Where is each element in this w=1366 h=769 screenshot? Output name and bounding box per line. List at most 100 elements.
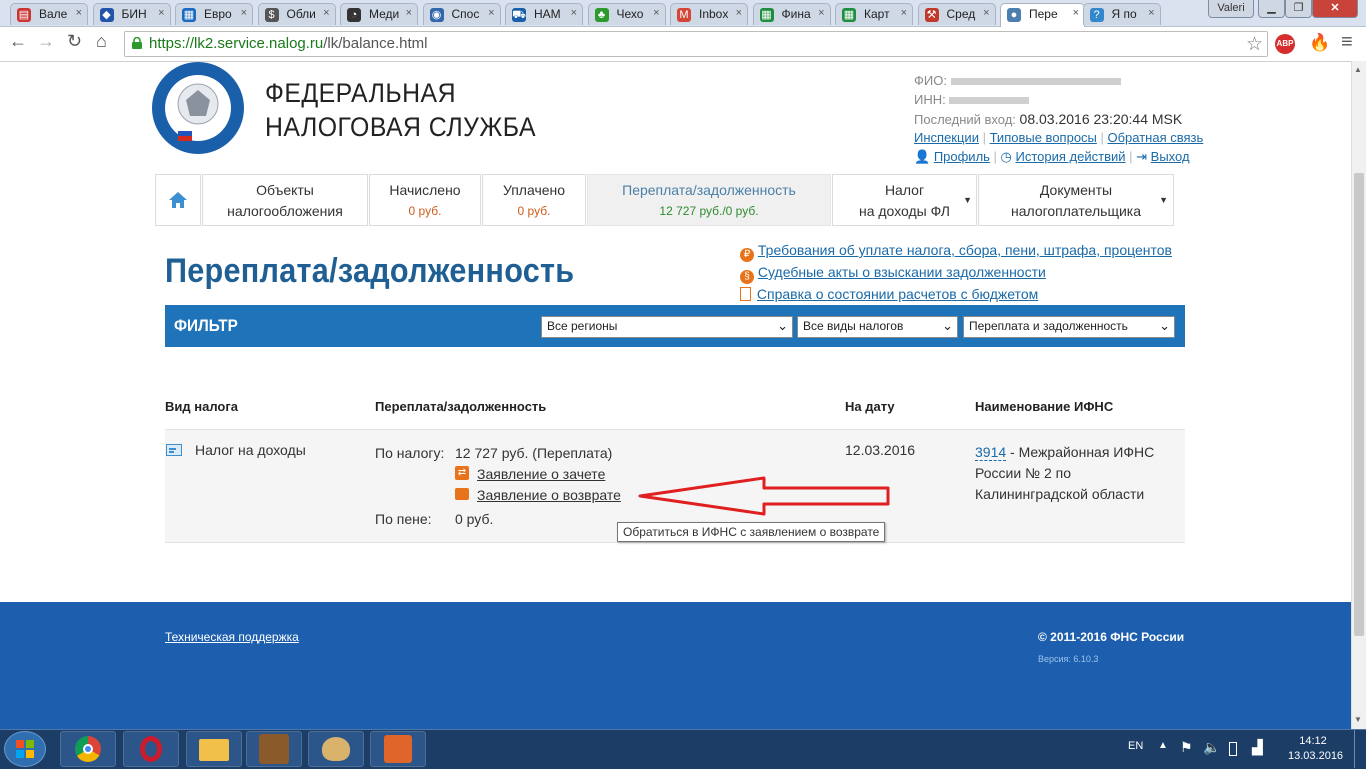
tab-close-icon[interactable]: ×	[76, 7, 82, 19]
taskbar-app-6[interactable]	[370, 731, 426, 767]
browser-tab[interactable]: ▦ Карт ×	[835, 3, 913, 25]
tab-close-icon[interactable]: ×	[818, 7, 824, 19]
ifns-name-part3: Калининградской области	[975, 486, 1145, 502]
browser-tab[interactable]: ◔ Меди ×	[340, 3, 418, 25]
language-indicator[interactable]: EN	[1128, 740, 1143, 752]
faq-link[interactable]: Типовые вопросы	[990, 130, 1097, 145]
url-text: https://lk2.service.nalog.ru/lk/balance.…	[149, 35, 427, 52]
offset-application-link[interactable]: Заявление о зачете	[477, 466, 605, 482]
nav-documents[interactable]: Документы налогоплательщика ▼	[978, 174, 1174, 226]
favicon-diamond-icon: ◆	[99, 8, 114, 22]
tax-type-select[interactable]: Все виды налогов ⌄	[797, 316, 958, 338]
tab-close-icon[interactable]: ×	[983, 7, 989, 19]
last-login-row: Последний вход: 08.03.2016 23:20:44 MSK	[914, 111, 1182, 127]
tab-close-icon[interactable]: ×	[901, 7, 907, 19]
maximize-button[interactable]: ❐	[1285, 0, 1312, 18]
tray-clock[interactable]: 14:12 13.03.2016	[1288, 734, 1344, 764]
address-bar[interactable]: https://lk2.service.nalog.ru/lk/balance.…	[124, 31, 1268, 57]
nav-ndfl-line2: на доходы ФЛ	[858, 203, 950, 219]
forward-arrow-icon[interactable]: →	[37, 31, 55, 52]
nav-overpayment[interactable]: Переплата/задолженность 12 727 руб./0 ру…	[587, 174, 831, 226]
browser-tab[interactable]: ⚒ Сред ×	[917, 3, 996, 25]
ifns-code-link[interactable]: 3914	[975, 444, 1007, 461]
taskbar-app-4[interactable]	[246, 731, 302, 767]
caret-down-icon: ▼	[1159, 195, 1168, 205]
page-title: Переплата/задолженность	[165, 252, 575, 290]
nav-ndfl[interactable]: Налог на доходы ФЛ ▼	[832, 174, 977, 226]
tab-close-icon[interactable]: ×	[406, 7, 412, 19]
taskbar-paint[interactable]	[308, 731, 364, 767]
close-window-button[interactable]: ✕	[1312, 0, 1358, 18]
tab-close-icon[interactable]: ×	[323, 7, 329, 19]
clock-date: 13.03.2016	[1288, 750, 1344, 762]
nav-tax-objects[interactable]: Объекты налогообложения	[202, 174, 368, 226]
adblock-icon[interactable]: ABP	[1275, 34, 1295, 54]
browser-tab[interactable]: ● Пере ×	[1000, 3, 1085, 27]
tab-close-icon[interactable]: ×	[571, 7, 577, 19]
browser-tab[interactable]: ? Я по ×	[1082, 3, 1161, 25]
refund-application-link[interactable]: Заявление о возврате	[477, 487, 621, 503]
home-icon[interactable]: ⌂	[96, 31, 107, 52]
profile-badge[interactable]: Valeri	[1208, 0, 1254, 18]
browser-tab[interactable]: ⛟ НАМ ×	[505, 3, 583, 25]
nav-ndfl-line1: Налог	[884, 182, 925, 198]
action-center-flag-icon[interactable]: ⚑	[1180, 739, 1193, 756]
browser-tab[interactable]: ◆ БИН ×	[92, 3, 171, 25]
taskbar-chrome[interactable]	[60, 731, 116, 767]
reload-icon[interactable]: ↻	[67, 31, 82, 52]
browser-tab[interactable]: ▦ Фина ×	[752, 3, 831, 25]
feedback-link[interactable]: Обратная связь	[1108, 130, 1204, 145]
bookmark-star-icon[interactable]: ☆	[1246, 33, 1263, 56]
balance-kind-select[interactable]: Переплата и задолженность ⌄	[963, 316, 1175, 338]
tray-expand-icon[interactable]: ▲	[1158, 740, 1168, 751]
profile-link[interactable]: Профиль	[934, 149, 990, 164]
scroll-up-icon[interactable]: ▲	[1354, 65, 1362, 74]
nav-accrued[interactable]: Начислено 0 руб.	[369, 174, 481, 226]
requirements-link[interactable]: Требования об уплате налога, сбора, пени…	[758, 242, 1172, 258]
browser-tab[interactable]: ▤ Вале ×	[10, 3, 88, 25]
tab-title: Inbox	[699, 7, 729, 21]
court-acts-link[interactable]: Судебные акты о взыскании задолженности	[758, 264, 1046, 280]
org-name-line2: НАЛОГОВАЯ СЛУЖБА	[265, 112, 537, 142]
browser-tab[interactable]: M Inbox ×	[670, 3, 748, 25]
document-icon	[740, 287, 751, 301]
tab-close-icon[interactable]: ×	[1148, 7, 1154, 19]
nav-overpayment-amount: 12 727 руб./0 руб.	[659, 204, 759, 218]
browser-tab[interactable]: ▦ Евро ×	[175, 3, 253, 25]
taskbar-opera[interactable]	[123, 731, 179, 767]
page-scrollbar[interactable]: ▲ ▼	[1351, 61, 1366, 729]
tab-close-icon[interactable]: ×	[736, 7, 742, 19]
extension-fire-icon[interactable]: 🔥	[1309, 33, 1330, 53]
favicon-fns-icon: ●	[1007, 8, 1021, 22]
browser-tab[interactable]: $ Обли ×	[257, 3, 336, 25]
browser-tab[interactable]: ◉ Спос ×	[422, 3, 501, 25]
tab-close-icon[interactable]: ×	[158, 7, 164, 19]
network-signal-icon[interactable]: ▟	[1252, 739, 1263, 756]
tab-close-icon[interactable]: ×	[1073, 7, 1079, 19]
tab-close-icon[interactable]: ×	[653, 7, 659, 19]
browser-tab[interactable]: ♣ Чехо ×	[587, 3, 666, 25]
region-select-value: Все регионы	[547, 319, 618, 333]
region-select[interactable]: Все регионы ⌄	[541, 316, 793, 338]
nav-paid[interactable]: Уплачено 0 руб.	[482, 174, 586, 226]
battery-icon[interactable]	[1229, 742, 1237, 756]
history-link[interactable]: История действий	[1016, 149, 1126, 164]
nav-home[interactable]	[155, 174, 201, 226]
tab-close-icon[interactable]: ×	[241, 7, 247, 19]
logout-link[interactable]: Выход	[1151, 149, 1190, 164]
budget-reference-link[interactable]: Справка о состоянии расчетов с бюджетом	[757, 286, 1038, 302]
scroll-down-icon[interactable]: ▼	[1354, 715, 1362, 724]
back-arrow-icon[interactable]: ←	[9, 31, 27, 52]
favicon-help-icon: ?	[1089, 8, 1104, 22]
support-link[interactable]: Техническая поддержка	[165, 630, 299, 644]
scrollbar-thumb[interactable]	[1354, 173, 1364, 636]
taskbar-explorer[interactable]	[186, 731, 242, 767]
tab-close-icon[interactable]: ×	[488, 7, 494, 19]
start-button[interactable]	[4, 731, 46, 767]
show-desktop-button[interactable]	[1354, 730, 1366, 768]
inspections-link[interactable]: Инспекции	[914, 130, 979, 145]
minimize-button[interactable]: ▁	[1258, 0, 1285, 18]
menu-icon[interactable]: ≡	[1341, 31, 1353, 54]
volume-icon[interactable]: 🔈	[1203, 739, 1220, 756]
reference-row: Справка о состоянии расчетов с бюджетом	[740, 284, 1172, 305]
